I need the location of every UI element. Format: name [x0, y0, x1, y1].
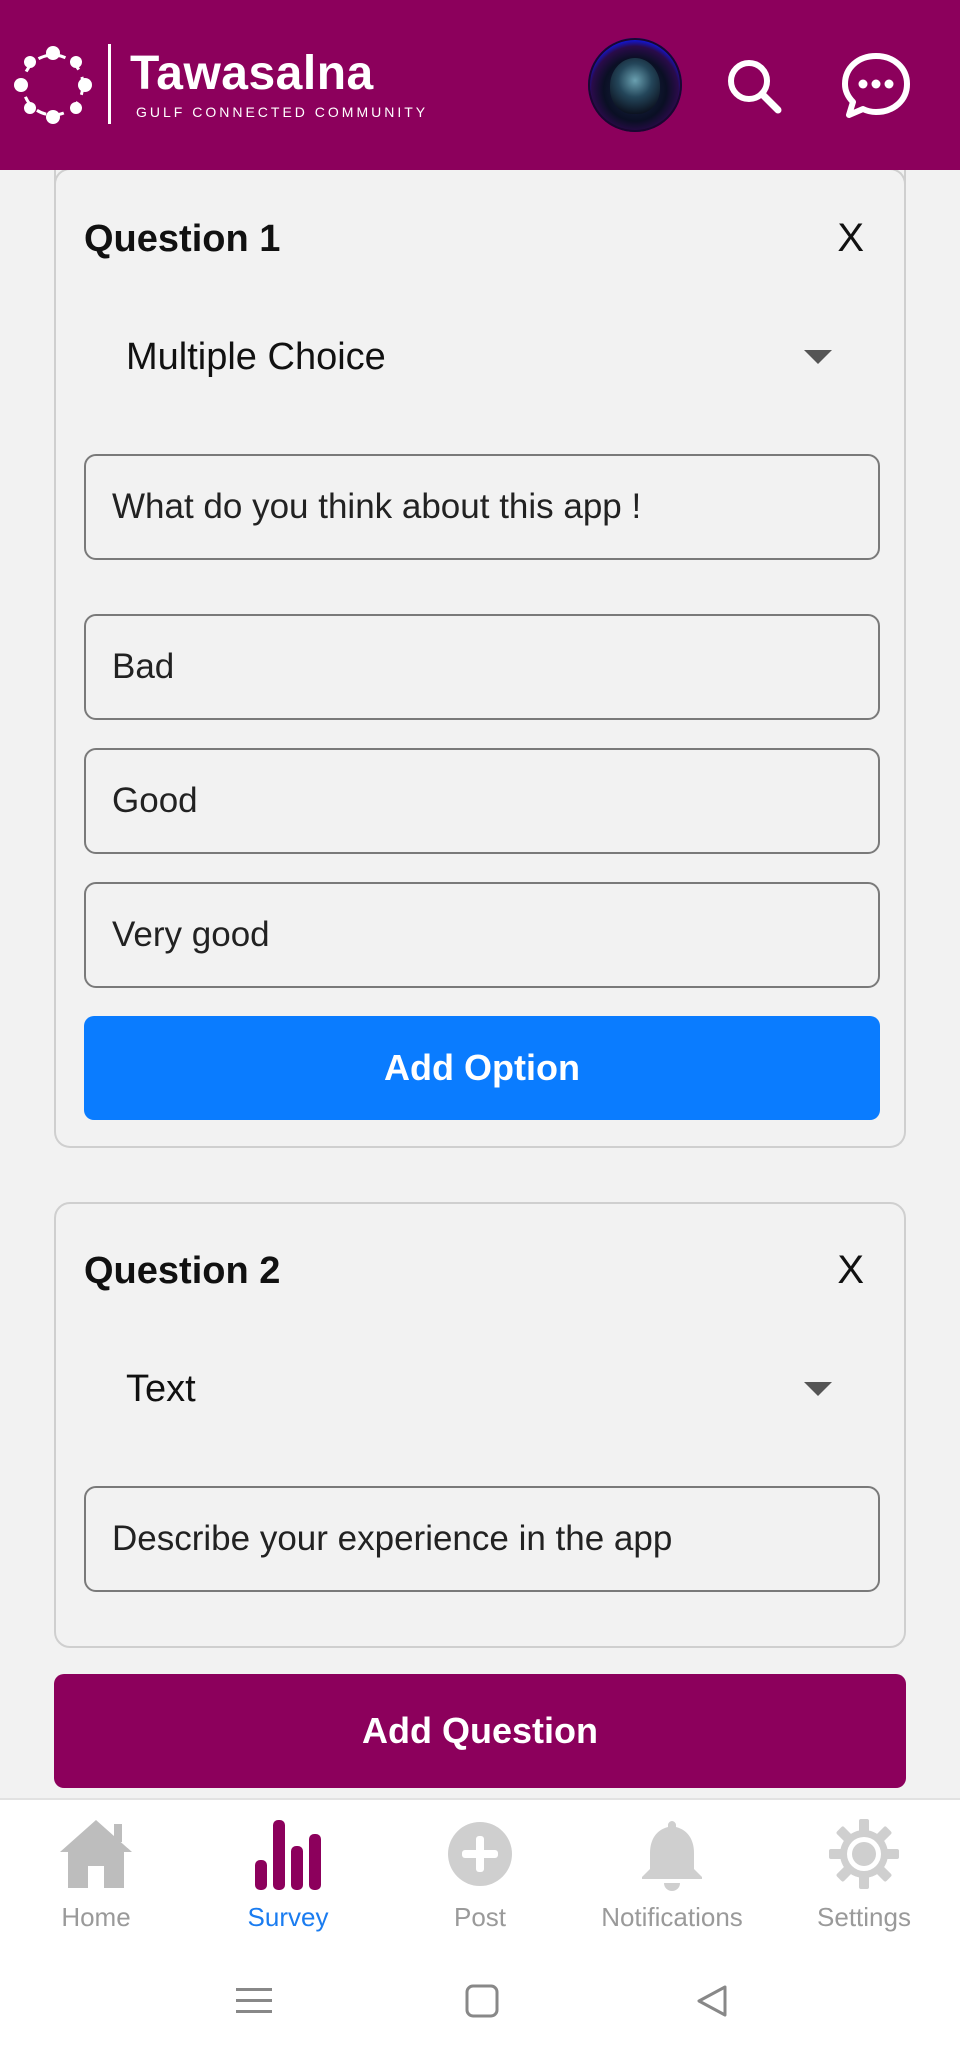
add-question-button[interactable]: Add Question: [54, 1674, 906, 1788]
recent-apps-button[interactable]: [224, 1976, 284, 2026]
tab-label: Notifications: [601, 1902, 743, 1932]
search-icon: [728, 60, 782, 114]
question-text-input[interactable]: What do you think about this app !: [84, 454, 880, 560]
tab-label: Survey: [247, 1902, 329, 1932]
option-input[interactable]: Bad: [84, 614, 880, 720]
menu-icon: [236, 1988, 272, 2013]
bell-icon: [642, 1821, 702, 1891]
home-icon: [60, 1820, 132, 1888]
app-name: Tawasalna: [130, 47, 374, 100]
system-navigation-bar: [0, 1958, 960, 2048]
avatar-figure: [610, 58, 660, 114]
tab-survey[interactable]: Survey: [192, 1800, 384, 1950]
question-type-select[interactable]: Text: [84, 1348, 880, 1430]
logo-icon: [14, 46, 92, 124]
avatar[interactable]: [588, 38, 682, 132]
question-card-2: Question 2 X Text Describe your experien…: [54, 1202, 906, 1648]
question-type-value: Text: [126, 1367, 196, 1410]
question-type-select[interactable]: Multiple Choice: [84, 316, 880, 398]
question-type-value: Multiple Choice: [126, 335, 386, 378]
square-icon: [465, 1984, 499, 2018]
chat-button[interactable]: [836, 46, 916, 126]
option-input[interactable]: Good: [84, 748, 880, 854]
chevron-down-icon: [804, 1382, 832, 1396]
option-input[interactable]: Very good: [84, 882, 880, 988]
question-text-input[interactable]: Describe your experience in the app: [84, 1486, 880, 1592]
plus-circle-icon: [448, 1822, 512, 1886]
home-nav-button[interactable]: [452, 1976, 512, 2026]
logo-divider: [108, 44, 111, 124]
app-tagline: GULF CONNECTED COMMUNITY: [136, 104, 429, 120]
search-button[interactable]: [714, 46, 794, 126]
chat-bubble-icon: [842, 53, 910, 118]
bar-chart-icon: [255, 1820, 321, 1890]
tab-settings[interactable]: Settings: [768, 1800, 960, 1950]
question-title: Question 1: [84, 218, 281, 260]
question-title: Question 2: [84, 1250, 281, 1292]
chevron-down-icon: [804, 350, 832, 364]
question-card-1: Question 1 X Multiple Choice What do you…: [54, 168, 906, 1148]
gear-icon: [829, 1819, 899, 1889]
back-nav-button[interactable]: [682, 1976, 742, 2026]
back-triangle-icon: [697, 1985, 727, 2017]
tab-home[interactable]: Home: [0, 1800, 192, 1950]
tab-post[interactable]: Post: [384, 1800, 576, 1950]
remove-question-button[interactable]: X: [837, 1248, 864, 1293]
tab-label: Post: [453, 1902, 507, 1932]
tab-notifications[interactable]: Notifications: [576, 1800, 768, 1950]
add-option-button[interactable]: Add Option: [84, 1016, 880, 1120]
remove-question-button[interactable]: X: [837, 216, 864, 261]
tab-label: Home: [61, 1902, 131, 1932]
bottom-tab-bar: Home Survey Post Notifications Settings: [0, 1798, 960, 1958]
app-header: Tawasalna GULF CONNECTED COMMUNITY: [0, 0, 960, 170]
tab-label: Settings: [817, 1902, 911, 1932]
